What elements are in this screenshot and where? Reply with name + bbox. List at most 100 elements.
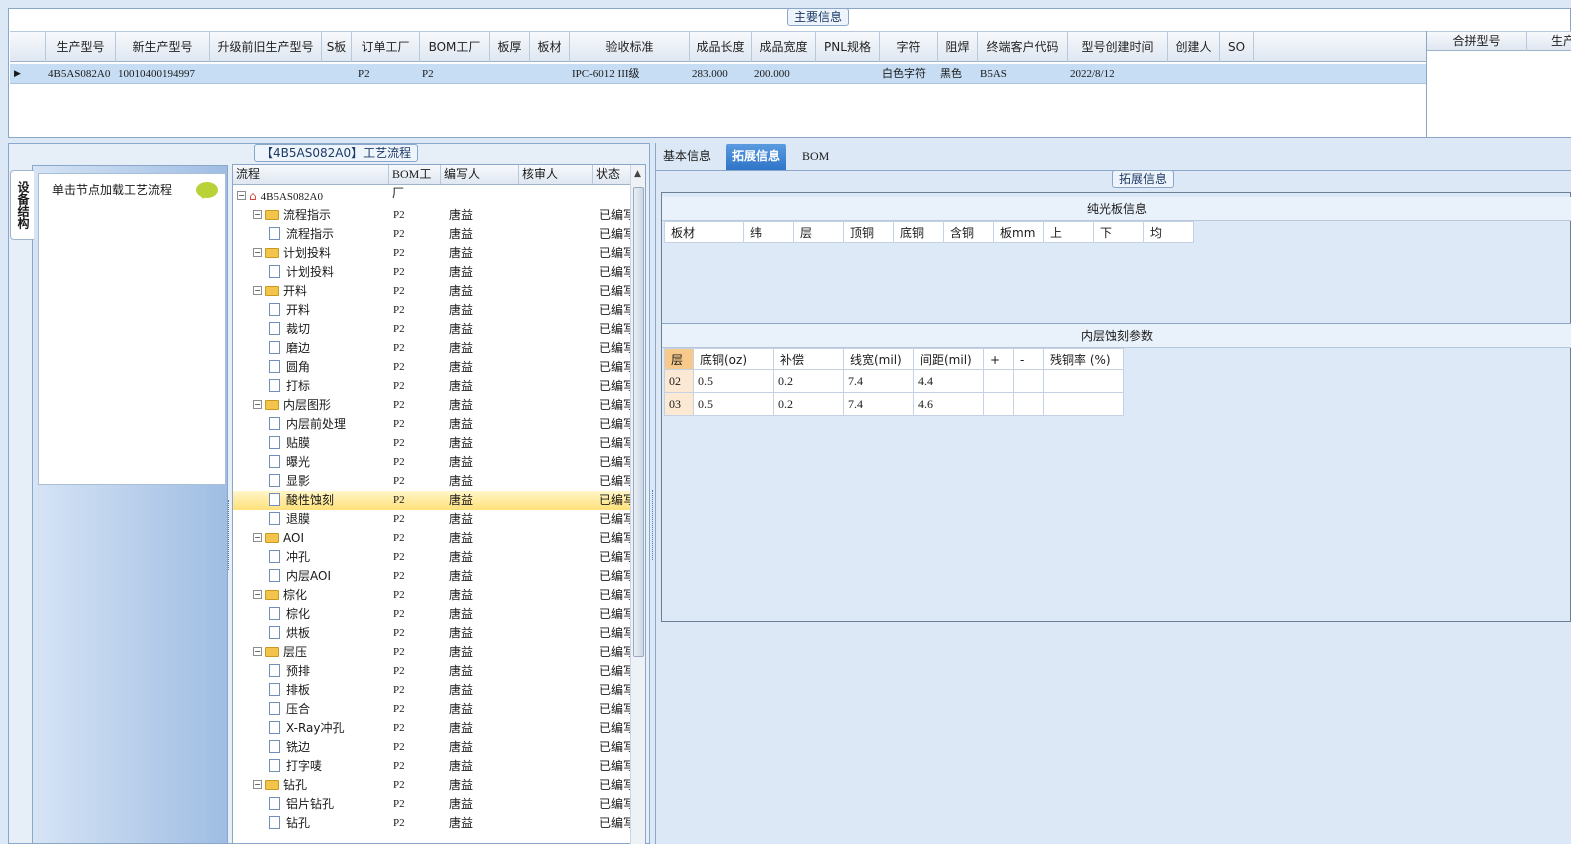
tree-group-row[interactable]: − 钻孔 P2 唐益 已编写 bbox=[233, 776, 631, 795]
col-etch-plus[interactable]: + bbox=[984, 348, 1014, 370]
etch-cell[interactable]: 02 bbox=[664, 370, 694, 393]
etch-cell[interactable]: 7.4 bbox=[844, 370, 914, 393]
cell-thickness[interactable] bbox=[490, 64, 530, 84]
col-order-factory[interactable]: 订单工厂 bbox=[352, 32, 420, 62]
tree-step-row[interactable]: X-Ray冲孔 P2 唐益 已编写 bbox=[233, 719, 631, 738]
tree-step-row[interactable]: 曝光 P2 唐益 已编写 bbox=[233, 453, 631, 472]
col-etch-layer[interactable]: 层 bbox=[664, 348, 694, 370]
tree-step-row[interactable]: 贴膜 P2 唐益 已编写 bbox=[233, 434, 631, 453]
col-length[interactable]: 成品长度 bbox=[690, 32, 752, 62]
tree-step-row[interactable]: 打标 P2 唐益 已编写 bbox=[233, 377, 631, 396]
col-process[interactable]: 流程 bbox=[233, 165, 389, 184]
cell-customer-code[interactable]: B5AS bbox=[978, 64, 1068, 84]
equipment-structure-tab[interactable]: 设备结构 bbox=[10, 170, 34, 240]
tree-group-row[interactable]: − 计划投料 P2 唐益 已编写 bbox=[233, 244, 631, 263]
collapse-icon[interactable]: − bbox=[253, 210, 262, 219]
cell-old-prod-model[interactable] bbox=[210, 64, 322, 84]
col-bottom-copper[interactable]: 底铜 bbox=[894, 221, 944, 243]
tree-group-row[interactable]: − 开料 P2 唐益 已编写 bbox=[233, 282, 631, 301]
collapse-icon[interactable]: − bbox=[253, 400, 262, 409]
col-etch-compensation[interactable]: 补偿 bbox=[774, 348, 844, 370]
tree-step-row[interactable]: 内层前处理 P2 唐益 已编写 bbox=[233, 415, 631, 434]
tree-step-row[interactable]: 内层AOI P2 唐益 已编写 bbox=[233, 567, 631, 586]
col-reviewer[interactable]: 核审人 bbox=[519, 165, 593, 184]
cell-acceptance[interactable]: IPC-6012 III级 bbox=[570, 64, 690, 84]
tab-basic-info[interactable]: 基本信息 bbox=[657, 144, 717, 170]
col-legend[interactable]: 字符 bbox=[880, 32, 938, 62]
col-etch-minus[interactable]: - bbox=[1014, 348, 1044, 370]
cell-prod-model[interactable]: 4B5AS082A0 bbox=[46, 64, 116, 84]
collapse-icon[interactable]: − bbox=[237, 191, 246, 200]
col-writer[interactable]: 编写人 bbox=[441, 165, 519, 184]
col-bom-factory[interactable]: BOM工厂 bbox=[420, 32, 490, 62]
right-splitter-handle[interactable] bbox=[652, 490, 655, 560]
col-top-copper[interactable]: 顶铜 bbox=[844, 221, 894, 243]
col-customer-code[interactable]: 终端客户代码 bbox=[978, 32, 1068, 62]
etch-cell[interactable]: 4.4 bbox=[914, 370, 984, 393]
col-status[interactable]: 状态 bbox=[593, 165, 631, 184]
col-s-board[interactable]: S板 bbox=[322, 32, 352, 62]
col-copper-content[interactable]: 含铜 bbox=[944, 221, 994, 243]
col-acceptance[interactable]: 验收标准 bbox=[570, 32, 690, 62]
col-etch-residual-copper[interactable]: 残铜率 (%) bbox=[1044, 348, 1124, 370]
col-creator[interactable]: 创建人 bbox=[1168, 32, 1220, 62]
tree-step-row[interactable]: 烘板 P2 唐益 已编写 bbox=[233, 624, 631, 643]
etch-cell[interactable] bbox=[1044, 370, 1124, 393]
col-thickness[interactable]: 板厚 bbox=[490, 32, 530, 62]
tree-step-row[interactable]: 圆角 P2 唐益 已编写 bbox=[233, 358, 631, 377]
col-production[interactable]: 生产 bbox=[1527, 32, 1571, 51]
tree-step-row[interactable]: 打字唛 P2 唐益 已编写 bbox=[233, 757, 631, 776]
cell-material[interactable] bbox=[530, 64, 570, 84]
collapse-icon[interactable]: − bbox=[253, 533, 262, 542]
tree-step-row[interactable]: 流程指示 P2 唐益 已编写 bbox=[233, 225, 631, 244]
tree-step-row[interactable]: 冲孔 P2 唐益 已编写 bbox=[233, 548, 631, 567]
col-old-prod-model[interactable]: 升级前旧生产型号 bbox=[210, 32, 322, 62]
etch-cell[interactable]: 7.4 bbox=[844, 393, 914, 416]
tree-step-row[interactable]: 显影 P2 唐益 已编写 bbox=[233, 472, 631, 491]
cell-bom-factory[interactable]: P2 bbox=[420, 64, 490, 84]
cell-order-factory[interactable]: P2 bbox=[356, 64, 420, 84]
tree-group-row[interactable]: − AOI P2 唐益 已编写 bbox=[233, 529, 631, 548]
collapse-icon[interactable]: − bbox=[253, 647, 262, 656]
tree-step-row[interactable]: 计划投料 P2 唐益 已编写 bbox=[233, 263, 631, 282]
col-average[interactable]: 均 bbox=[1144, 221, 1194, 243]
scrollbar-thumb[interactable] bbox=[633, 187, 644, 657]
cell-width[interactable]: 200.000 bbox=[752, 64, 816, 84]
scroll-up-icon[interactable]: ▲ bbox=[634, 169, 641, 179]
tree-group-row[interactable]: − 内层图形 P2 唐益 已编写 bbox=[233, 396, 631, 415]
tree-group-row[interactable]: − 棕化 P2 唐益 已编写 bbox=[233, 586, 631, 605]
cell-solder-mask[interactable]: 黑色 bbox=[938, 64, 978, 84]
tree-scrollbar[interactable]: ▲ bbox=[630, 165, 645, 844]
col-etch-line-width[interactable]: 线宽(mil) bbox=[844, 348, 914, 370]
cell-legend[interactable]: 白色字符 bbox=[880, 64, 938, 84]
col-merged-model[interactable]: 合拼型号 bbox=[1427, 32, 1527, 51]
col-layer[interactable]: 层 bbox=[794, 221, 844, 243]
row-header-corner[interactable] bbox=[10, 32, 46, 62]
speech-bubble-icon[interactable] bbox=[196, 182, 218, 199]
col-upper[interactable]: 上 bbox=[1044, 221, 1094, 243]
tree-step-row[interactable]: 铝片钻孔 P2 唐益 已编写 bbox=[233, 795, 631, 814]
etch-cell[interactable] bbox=[1044, 393, 1124, 416]
col-created-time[interactable]: 型号创建时间 bbox=[1068, 32, 1168, 62]
collapse-icon[interactable]: − bbox=[253, 286, 262, 295]
cell-creator[interactable] bbox=[1168, 64, 1220, 84]
tree-step-row[interactable]: 酸性蚀刻 P2 唐益 已编写 bbox=[233, 491, 631, 510]
tab-extended-info[interactable]: 拓展信息 bbox=[726, 144, 787, 170]
etch-cell[interactable]: 0.2 bbox=[774, 370, 844, 393]
collapse-icon[interactable]: − bbox=[253, 780, 262, 789]
col-board-mm[interactable]: 板mm bbox=[994, 221, 1044, 243]
tree-step-row[interactable]: 预排 P2 唐益 已编写 bbox=[233, 662, 631, 681]
cell-s-board[interactable] bbox=[322, 64, 352, 84]
tab-bom[interactable]: BOM bbox=[796, 144, 835, 170]
etch-cell[interactable]: 0.5 bbox=[694, 393, 774, 416]
col-width[interactable]: 成品宽度 bbox=[752, 32, 816, 62]
etch-cell[interactable]: 0.2 bbox=[774, 393, 844, 416]
tree-step-row[interactable]: 排板 P2 唐益 已编写 bbox=[233, 681, 631, 700]
col-etch-base-copper[interactable]: 底铜(oz) bbox=[694, 348, 774, 370]
cell-pnl[interactable] bbox=[816, 64, 880, 84]
tree-root-row[interactable]: − ⌂ 4B5AS082A0 bbox=[233, 187, 631, 206]
col-weft[interactable]: 纬 bbox=[744, 221, 794, 243]
col-board-material[interactable]: 板材 bbox=[664, 221, 744, 243]
tree-group-row[interactable]: − 流程指示 P2 唐益 已编写 bbox=[233, 206, 631, 225]
col-material[interactable]: 板材 bbox=[530, 32, 570, 62]
